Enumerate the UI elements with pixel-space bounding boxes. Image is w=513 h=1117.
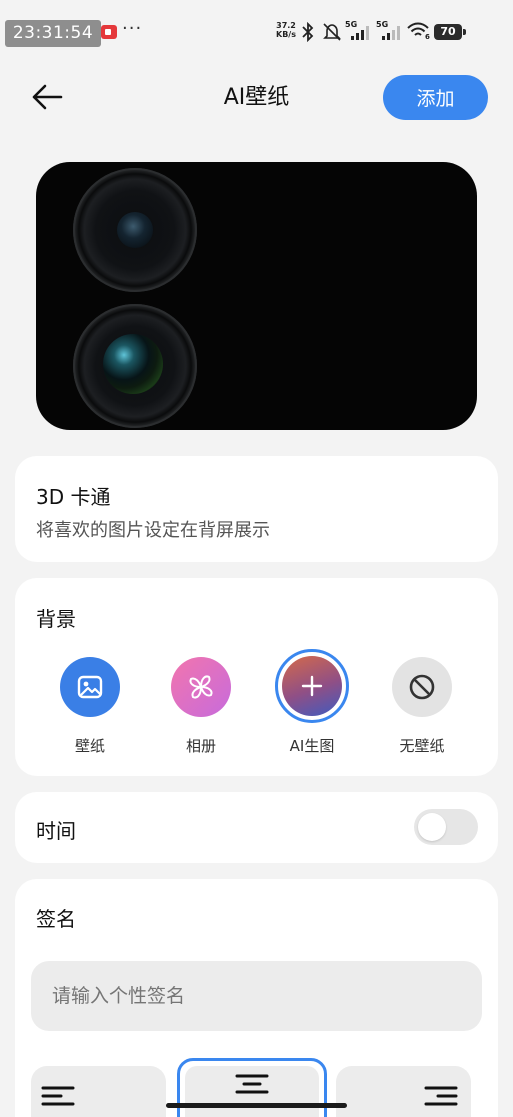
wifi-label: 6 [425,33,430,41]
battery-indicator: 70 [434,24,466,40]
style-card[interactable]: 3D 卡通 将喜欢的图片设定在背屏展示 [15,456,498,562]
background-option-none[interactable]: 无壁纸 [377,657,467,757]
camera-lens-glass [117,212,153,248]
background-card: 背景 壁纸 相册 AI生图 无壁纸 [15,578,498,776]
background-option-album[interactable]: 相册 [156,657,246,757]
background-option-circle-selected [275,649,349,723]
align-left-icon [41,1086,75,1106]
align-center-icon [235,1074,269,1094]
signal-2: 5G [376,20,404,40]
background-option-label: 相册 [185,737,216,755]
more-dots: ··· [122,18,143,39]
net-speed-value: 37.2 [276,21,296,30]
wifi: 6 [407,22,431,42]
signature-card: 签名 [15,879,498,1117]
align-center-inner [185,1066,319,1117]
home-indicator[interactable] [166,1103,347,1108]
mute-bell-icon [323,23,341,41]
align-right-button[interactable] [336,1066,471,1117]
signature-title: 签名 [36,907,76,931]
background-option-label: 无壁纸 [399,737,445,755]
ai-gradient-fill [282,656,342,716]
signature-input[interactable] [31,961,482,1031]
bluetooth-icon [302,22,314,42]
net-speed: 37.2 KB/s [274,21,298,39]
align-center-button[interactable] [177,1058,327,1117]
style-title: 3D 卡通 [36,485,111,509]
camera-lens [73,168,197,292]
add-button[interactable]: 添加 [383,75,488,120]
status-time: 23:31:54 [5,20,101,47]
net-speed-unit: KB/s [276,30,296,39]
background-option-label: 壁纸 [74,737,105,755]
background-option-circle [171,657,231,717]
align-left-button[interactable] [31,1066,166,1117]
status-bar: 23:31:54 ··· 37.2 KB/s 5G 5G 6 70 [0,0,513,56]
time-card: 时间 [15,792,498,863]
background-option-ai[interactable]: AI生图 [267,649,357,757]
signal-bars-icon [351,26,369,40]
image-icon [77,675,103,699]
background-option-circle [60,657,120,717]
camera-lens-glass [103,334,163,394]
prohibited-icon [409,674,435,700]
toggle-knob [418,813,446,841]
camera-lens [73,304,197,428]
style-description: 将喜欢的图片设定在背屏展示 [36,520,270,541]
align-right-icon [424,1086,458,1106]
signal-1: 5G [345,20,373,40]
pinwheel-icon [189,675,213,699]
signal-bars-icon [382,26,400,40]
screen-record-icon [101,25,117,39]
time-title: 时间 [36,819,76,843]
plus-icon [301,675,323,697]
background-option-circle [392,657,452,717]
background-option-label: AI生图 [289,737,335,755]
time-toggle[interactable] [414,809,478,845]
wallpaper-preview [36,162,477,430]
background-title: 背景 [36,607,76,631]
background-option-wallpaper[interactable]: 壁纸 [45,657,135,757]
